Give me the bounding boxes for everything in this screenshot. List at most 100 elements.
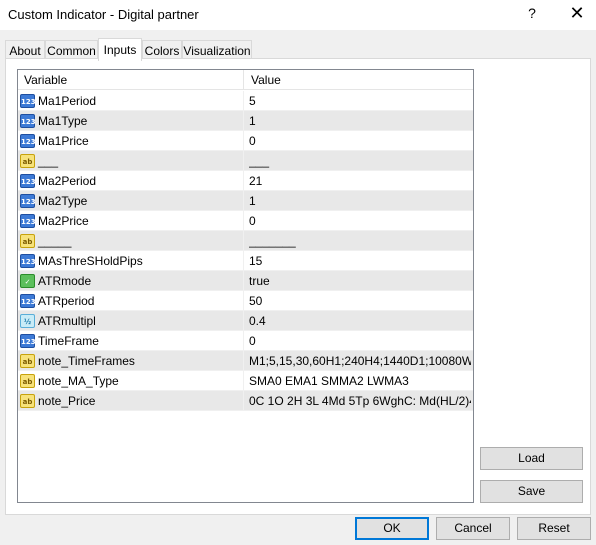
table-row[interactable]: ab _____ _______ — [18, 231, 473, 251]
variable-value[interactable]: 21 — [249, 174, 471, 188]
cancel-button[interactable]: Cancel — [436, 517, 510, 540]
variable-value[interactable]: 0 — [249, 134, 471, 148]
int-icon: 123 — [20, 194, 36, 208]
table-row[interactable]: 123 MAsThreSHoldPips 15 — [18, 251, 473, 271]
table-row[interactable]: 123 ATRperiod 50 — [18, 291, 473, 311]
column-header-value[interactable]: Value — [251, 73, 281, 87]
inputs-grid: Variable Value 123 Ma1Period 5 123 Ma1Type 1 1… — [17, 69, 474, 503]
cell-divider — [243, 371, 244, 391]
variable-name: ___ — [38, 154, 59, 168]
int-icon: 123 — [20, 134, 36, 148]
cell-divider — [243, 191, 244, 211]
table-row[interactable]: ab ___ ___ — [18, 151, 473, 171]
int-icon: 123 — [20, 334, 36, 348]
tab-inputs[interactable]: Inputs — [98, 38, 142, 61]
variable-name: Ma1Type — [38, 114, 88, 128]
variable-value[interactable]: 0.4 — [249, 314, 471, 328]
variable-name: MAsThreSHoldPips — [38, 254, 143, 268]
double-icon: ½ — [20, 314, 35, 328]
reset-button[interactable]: Reset — [517, 517, 591, 540]
variable-value[interactable]: 0 — [249, 334, 471, 348]
variable-name: ATRmode — [38, 274, 92, 288]
variable-value[interactable]: _______ — [249, 234, 471, 248]
cell-divider — [243, 91, 244, 111]
int-icon: 123 — [20, 294, 36, 308]
table-row[interactable]: 123 Ma2Type 1 — [18, 191, 473, 211]
ok-button[interactable]: OK — [355, 517, 429, 540]
grid-rows: 123 Ma1Period 5 123 Ma1Type 1 123 Ma1Price 0 ab __… — [18, 91, 473, 411]
cell-divider — [243, 251, 244, 271]
tab-colors[interactable]: Colors — [142, 40, 182, 60]
cell-divider — [243, 171, 244, 191]
cell-divider — [243, 391, 244, 411]
column-header-variable[interactable]: Variable — [24, 73, 67, 87]
cell-divider — [243, 351, 244, 371]
cell-divider — [243, 211, 244, 231]
load-button[interactable]: Load — [480, 447, 583, 470]
variable-name: ATRmultipl — [38, 314, 96, 328]
variable-name: ATRperiod — [38, 294, 95, 308]
table-row[interactable]: ab note_MA_Type SMA0 EMA1 SMMA2 LWMA3 — [18, 371, 473, 391]
variable-value[interactable]: 1 — [249, 114, 471, 128]
cell-divider — [243, 111, 244, 131]
table-row[interactable]: 123 Ma1Period 5 — [18, 91, 473, 111]
string-icon: ab — [20, 394, 35, 408]
variable-value[interactable]: 5 — [249, 94, 471, 108]
table-row[interactable]: ab note_Price 0C 1O 2H 3L 4Md 5Tp 6WghC: M… — [18, 391, 473, 411]
variable-value[interactable]: 1 — [249, 194, 471, 208]
variable-name: _____ — [38, 234, 72, 248]
variable-value[interactable]: 0C 1O 2H 3L 4Md 5Tp 6WghC: Md(HL/2)4,... — [249, 394, 471, 408]
title-bar: Custom Indicator - Digital partner ? ✕ — [0, 0, 596, 30]
variable-value[interactable]: 15 — [249, 254, 471, 268]
string-icon: ab — [20, 354, 35, 368]
grid-header: Variable Value — [18, 70, 473, 90]
inputs-panel: Variable Value 123 Ma1Period 5 123 Ma1Type 1 1… — [5, 58, 591, 515]
tab-visualization[interactable]: Visualization — [182, 40, 252, 60]
variable-value[interactable]: 50 — [249, 294, 471, 308]
variable-name: note_MA_Type — [38, 374, 119, 388]
cell-divider — [243, 311, 244, 331]
table-row[interactable]: ab note_TimeFrames M1;5,15,30,60H1;240H4;1… — [18, 351, 473, 371]
int-icon: 123 — [20, 214, 36, 228]
bool-icon: ✓ — [20, 274, 35, 288]
window-title: Custom Indicator - Digital partner — [8, 7, 199, 22]
table-row[interactable]: 123 TimeFrame 0 — [18, 331, 473, 351]
table-row[interactable]: 123 Ma2Price 0 — [18, 211, 473, 231]
variable-name: Ma2Period — [38, 174, 97, 188]
cell-divider — [243, 331, 244, 351]
variable-value[interactable]: M1;5,15,30,60H1;240H4;1440D1;10080W1... — [249, 354, 471, 368]
int-icon: 123 — [20, 114, 36, 128]
cell-divider — [243, 271, 244, 291]
string-icon: ab — [20, 234, 35, 248]
dialog-body: About Common Inputs Colors Visualization… — [0, 30, 596, 545]
string-icon: ab — [20, 154, 35, 168]
variable-value[interactable]: true — [249, 274, 471, 288]
cell-divider — [243, 231, 244, 251]
int-icon: 123 — [20, 174, 36, 188]
table-row[interactable]: 123 Ma1Price 0 — [18, 131, 473, 151]
table-row[interactable]: 123 Ma2Period 21 — [18, 171, 473, 191]
variable-value[interactable]: SMA0 EMA1 SMMA2 LWMA3 — [249, 374, 471, 388]
column-divider[interactable] — [243, 70, 244, 90]
table-row[interactable]: 123 Ma1Type 1 — [18, 111, 473, 131]
variable-name: Ma2Price — [38, 214, 89, 228]
tab-common[interactable]: Common — [45, 40, 98, 60]
variable-name: note_TimeFrames — [38, 354, 135, 368]
save-button[interactable]: Save — [480, 480, 583, 503]
string-icon: ab — [20, 374, 35, 388]
tab-about[interactable]: About — [5, 40, 45, 60]
table-row[interactable]: ✓ ATRmode true — [18, 271, 473, 291]
variable-value[interactable]: 0 — [249, 214, 471, 228]
variable-name: note_Price — [38, 394, 96, 408]
variable-value[interactable]: ___ — [249, 154, 471, 168]
cell-divider — [243, 151, 244, 171]
int-icon: 123 — [20, 94, 36, 108]
variable-name: TimeFrame — [38, 334, 99, 348]
variable-name: Ma1Period — [38, 94, 97, 108]
int-icon: 123 — [20, 254, 36, 268]
table-row[interactable]: ½ ATRmultipl 0.4 — [18, 311, 473, 331]
cell-divider — [243, 131, 244, 151]
help-icon[interactable]: ? — [522, 5, 542, 21]
close-icon[interactable]: ✕ — [565, 3, 589, 24]
cell-divider — [243, 291, 244, 311]
